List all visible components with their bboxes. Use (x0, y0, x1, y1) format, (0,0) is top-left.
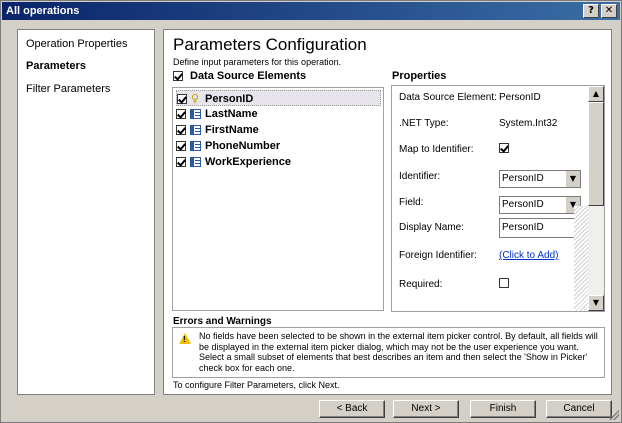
resize-grip-icon[interactable] (609, 410, 619, 420)
properties-grid: Data Source Element: PersonID .NET Type:… (391, 85, 605, 312)
prop-value: System.Int32 (499, 118, 558, 129)
properties-scrollbar[interactable]: ▲ ▼ (588, 86, 604, 311)
prop-row-field: Field: PersonID ▼ (392, 188, 590, 214)
tree-item-personid[interactable]: ♀ PersonID (176, 90, 381, 106)
window-title: All operations (6, 5, 80, 17)
scroll-up-icon[interactable]: ▲ (588, 86, 604, 102)
required-checkbox[interactable] (499, 278, 509, 288)
help-button[interactable]: ? (583, 4, 599, 18)
field-icon (190, 157, 201, 168)
prop-label: Field: (399, 197, 424, 208)
tree-item-lastname[interactable]: LastName (176, 106, 381, 122)
display-name-input[interactable]: PersonID (499, 218, 581, 238)
prop-label: Map to Identifier: (399, 144, 474, 155)
tree-item-firstname[interactable]: FirstName (176, 122, 381, 138)
nav-item-filter-parameters[interactable]: Filter Parameters (26, 83, 110, 95)
field-icon (190, 109, 201, 120)
tree-item-label: PersonID (205, 93, 254, 105)
wizard-nav: Operation Properties Parameters Filter P… (17, 29, 155, 395)
identifier-select[interactable]: PersonID ▼ (499, 170, 581, 188)
warning-message: No fields have been selected to be shown… (199, 331, 598, 373)
prop-row-identifier: Identifier: PersonID ▼ (392, 162, 590, 188)
field-icon (190, 125, 201, 136)
data-source-header-label: Data Source Elements (190, 70, 307, 82)
chevron-down-icon: ▼ (565, 171, 580, 187)
tree-item-label: LastName (205, 108, 258, 120)
prop-label: Identifier: (399, 171, 441, 182)
cancel-button[interactable]: Cancel (546, 400, 612, 418)
tree-item-phonenumber[interactable]: PhoneNumber (176, 138, 381, 154)
warning-icon: ! (179, 333, 191, 344)
tree-item-checkbox[interactable] (177, 94, 187, 105)
title-bar: All operations ? ✕ (2, 2, 620, 20)
prop-label: Foreign Identifier: (399, 250, 477, 261)
back-button[interactable]: < Back (319, 400, 385, 418)
main-panel: Parameters Configuration Define input pa… (163, 29, 612, 395)
field-icon (190, 141, 201, 152)
prop-row-display-name: Display Name: PersonID (392, 214, 590, 238)
errors-box: ! No fields have been selected to be sho… (172, 327, 605, 378)
key-icon: ♀ (191, 92, 200, 106)
tree-item-workexperience[interactable]: WorkExperience (176, 154, 381, 170)
select-all-checkbox[interactable] (173, 71, 183, 82)
tree-item-label: WorkExperience (205, 156, 292, 168)
close-button[interactable]: ✕ (601, 4, 617, 18)
tree-item-checkbox[interactable] (176, 109, 186, 120)
data-source-tree[interactable]: ♀ PersonID LastName FirstName PhoneNumber… (172, 87, 384, 311)
nav-item-operation-properties[interactable]: Operation Properties (26, 38, 128, 50)
properties-header: Properties (392, 70, 447, 82)
finish-button[interactable]: Finish (470, 400, 536, 418)
map-to-identifier-checkbox[interactable] (499, 143, 509, 153)
footer-note: To configure Filter Parameters, click Ne… (173, 380, 340, 390)
grid-hatch (574, 206, 588, 311)
tree-item-label: PhoneNumber (205, 140, 281, 152)
prop-label: Required: (399, 279, 443, 290)
prop-row-data-source-element: Data Source Element: PersonID (392, 86, 590, 110)
tree-item-checkbox[interactable] (176, 157, 186, 168)
data-source-header: Data Source Elements (173, 70, 306, 82)
prop-label: Display Name: (399, 222, 465, 233)
prop-label: .NET Type: (399, 118, 449, 129)
field-select[interactable]: PersonID ▼ (499, 196, 581, 214)
scroll-down-icon[interactable]: ▼ (588, 295, 604, 311)
click-to-add-link[interactable]: (Click to Add) (499, 250, 558, 261)
prop-row-map-to-identifier: Map to Identifier: (392, 134, 590, 158)
page-subtitle: Define input parameters for this operati… (173, 57, 342, 67)
scroll-thumb[interactable] (588, 102, 604, 206)
tree-item-checkbox[interactable] (176, 141, 186, 152)
prop-row-foreign-identifier: Foreign Identifier: (Click to Add) (392, 239, 590, 263)
prop-value: PersonID (499, 92, 541, 103)
prop-label: Data Source Element: (399, 92, 497, 103)
errors-header: Errors and Warnings (173, 316, 272, 327)
nav-item-parameters[interactable]: Parameters (26, 60, 86, 72)
tree-item-label: FirstName (205, 124, 259, 136)
prop-row-required: Required: (392, 265, 590, 290)
next-button[interactable]: Next > (393, 400, 459, 418)
page-title: Parameters Configuration (173, 35, 367, 54)
dialog-window: All operations ? ✕ Operation Properties … (0, 0, 622, 423)
prop-row-net-type: .NET Type: System.Int32 (392, 110, 590, 134)
tree-item-checkbox[interactable] (176, 125, 186, 136)
